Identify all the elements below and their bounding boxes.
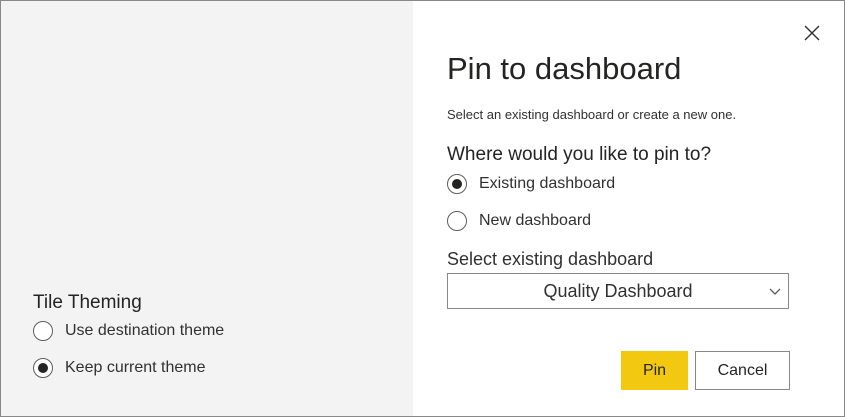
existing-dashboard-radio[interactable] [447, 174, 467, 194]
dashboard-select-value: Quality Dashboard [543, 280, 693, 301]
pin-button[interactable]: Pin [621, 351, 688, 390]
new-dashboard-option[interactable]: New dashboard [447, 209, 591, 233]
select-dashboard-label: Select existing dashboard [447, 249, 654, 269]
close-button[interactable] [802, 23, 822, 43]
existing-dashboard-option[interactable]: Existing dashboard [447, 172, 615, 196]
keep-current-theme-option[interactable]: Keep current theme [33, 355, 224, 381]
pin-location-question: Where would you like to pin to? [447, 144, 712, 165]
left-pane: Tile Theming Use destination theme Keep … [1, 1, 413, 416]
dashboard-select[interactable]: Quality Dashboard [447, 273, 789, 309]
chevron-down-icon [769, 288, 781, 295]
right-pane: Pin to dashboard Select an existing dash… [413, 1, 844, 416]
new-dashboard-radio[interactable] [447, 211, 467, 231]
use-destination-theme-option[interactable]: Use destination theme [33, 318, 224, 344]
pin-to-dashboard-dialog: Tile Theming Use destination theme Keep … [0, 0, 845, 417]
cancel-button[interactable]: Cancel [695, 351, 790, 390]
new-dashboard-label: New dashboard [479, 212, 592, 229]
dialog-title: Pin to dashboard [447, 51, 682, 86]
keep-current-theme-label: Keep current theme [65, 359, 206, 376]
keep-current-theme-radio[interactable] [33, 358, 53, 378]
use-destination-theme-label: Use destination theme [65, 322, 225, 339]
close-icon [804, 25, 820, 41]
existing-dashboard-label: Existing dashboard [479, 175, 616, 192]
tile-theming-heading: Tile Theming [33, 292, 142, 313]
use-destination-theme-radio[interactable] [33, 321, 53, 341]
dialog-subtitle: Select an existing dashboard or create a… [447, 107, 737, 122]
tile-theming-section: Tile Theming Use destination theme Keep … [33, 292, 224, 381]
